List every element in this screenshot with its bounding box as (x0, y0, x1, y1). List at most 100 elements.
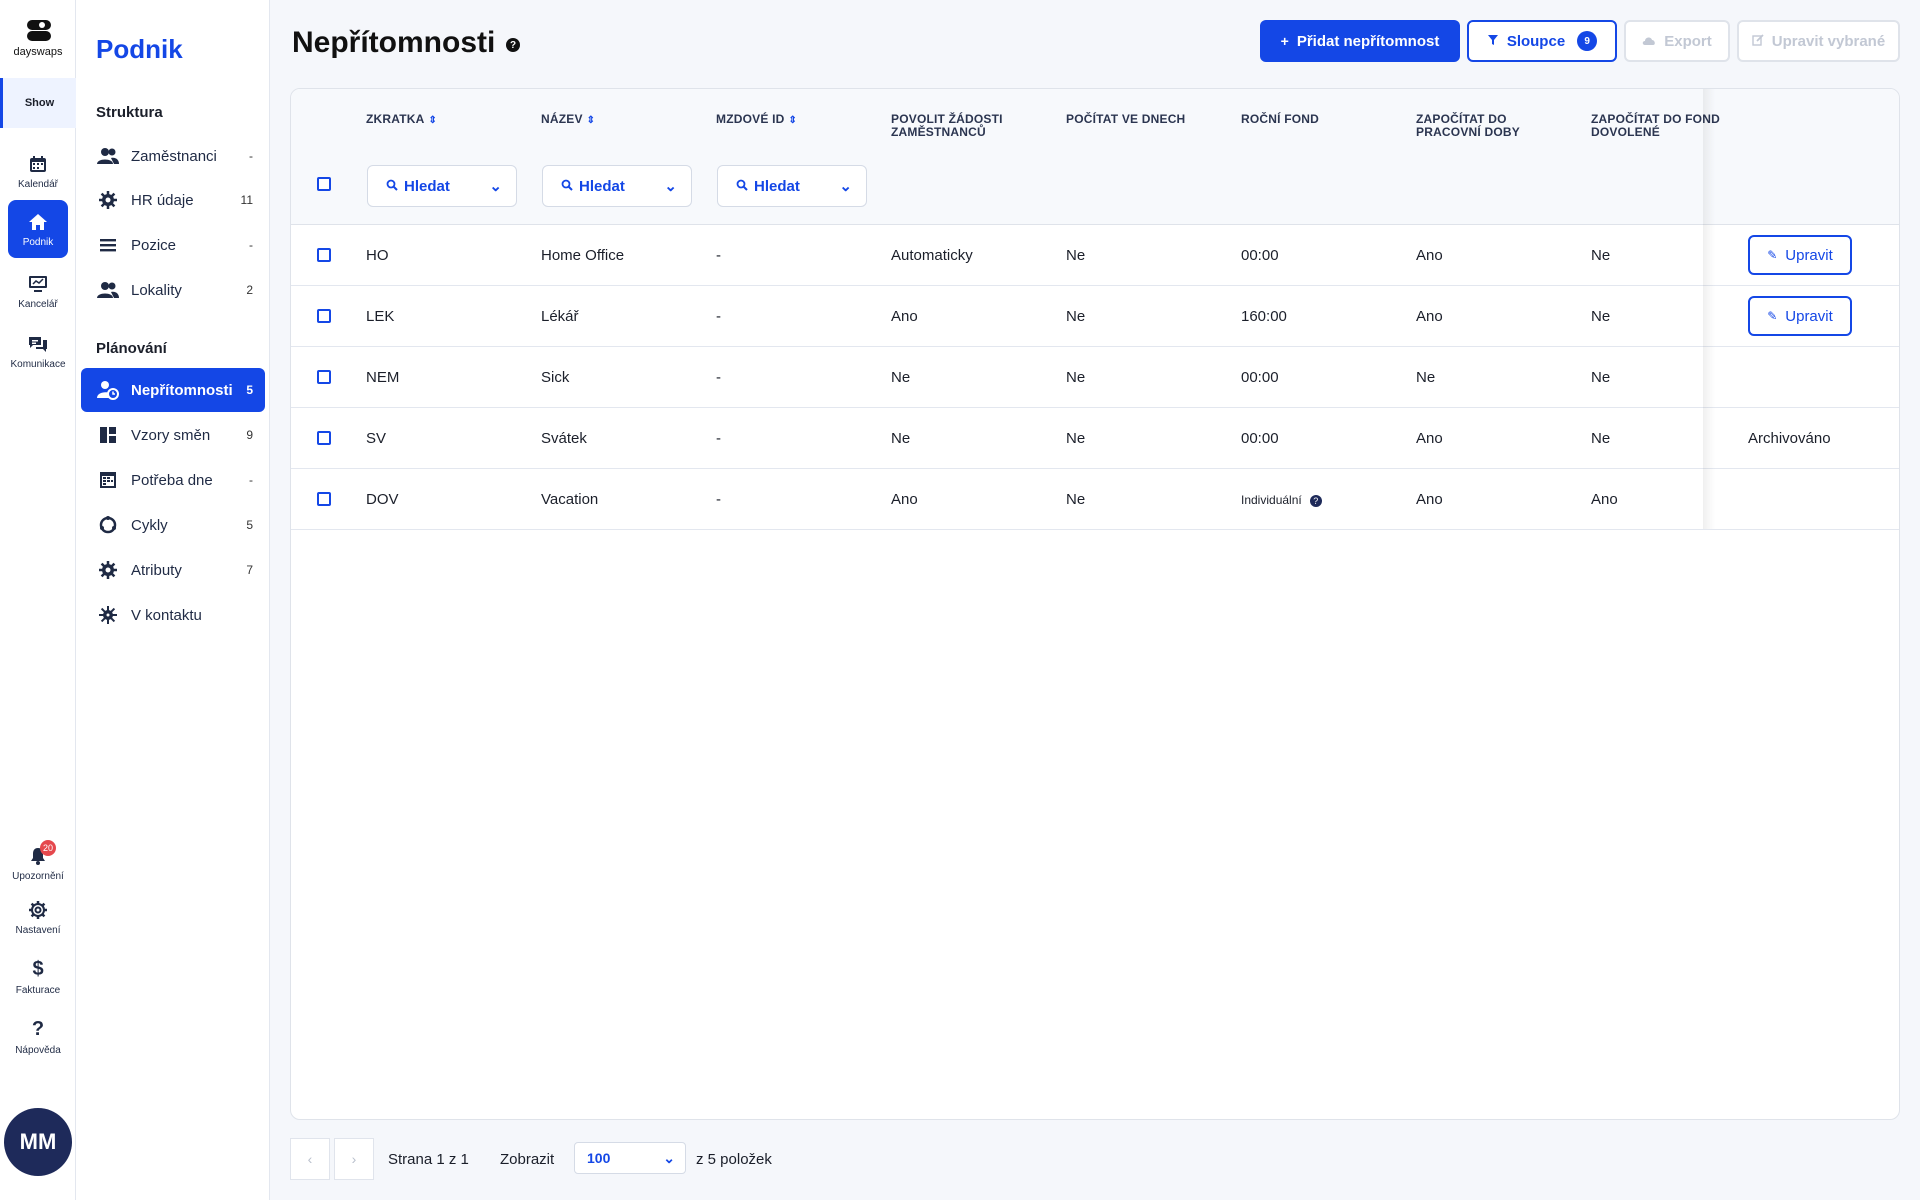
page-size-select[interactable]: 100 ⌄ (574, 1142, 686, 1174)
cell-vacation-fund: Ano (1591, 491, 1618, 508)
cell-allow-requests: Ano (891, 491, 918, 508)
chevron-down-icon: ⌄ (839, 178, 852, 195)
row-checkbox[interactable] (317, 248, 331, 262)
column-header-payroll-id[interactable]: MZDOVÉ ID ⇕ (716, 113, 797, 127)
rail-item-upozorneni[interactable]: 20 Upozornění (8, 834, 68, 892)
column-header-label: ZKRATKA (366, 112, 425, 126)
sidebar-item-nepritomnosti[interactable]: Nepřítomnosti 5 (81, 368, 265, 412)
chat-icon (27, 333, 49, 355)
export-button[interactable]: Export (1624, 20, 1730, 62)
add-absence-button[interactable]: + Přidat nepřítomnost (1260, 20, 1460, 62)
grid-icon (97, 424, 119, 446)
rail-item-podnik[interactable]: Podnik (8, 200, 68, 258)
cell-vacation-fund: Ne (1591, 247, 1611, 264)
sort-icon: ⇕ (586, 115, 596, 126)
sidebar-section-planovani: Plánování (96, 340, 167, 357)
rail-item-napoveda[interactable]: ? Nápověda (8, 1008, 68, 1066)
rail-label: Podnik (22, 236, 54, 248)
column-header-name[interactable]: NÁZEV ⇕ (541, 113, 595, 127)
cell-code: DOV (366, 491, 399, 508)
cell-annual-fund: 00:00 (1241, 369, 1279, 386)
page-size-value: 100 (587, 1150, 611, 1166)
cell-work-time: Ano (1416, 430, 1443, 447)
columns-button[interactable]: Sloupce 9 (1467, 20, 1617, 62)
rail-label: Nápověda (15, 1044, 61, 1056)
notification-badge: 20 (40, 840, 57, 856)
avatar[interactable]: MM (4, 1108, 72, 1176)
cell-payroll-id: - (716, 430, 721, 447)
rail-label: Upozornění (12, 870, 64, 882)
rail-item-kancelar[interactable]: Kancelář (8, 262, 68, 320)
column-header-count-days: POČÍTAT VE DNECH (1066, 112, 1186, 126)
sidebar-item-atributy[interactable]: Atributy 7 (81, 548, 265, 592)
cell-code: LEK (366, 308, 395, 325)
sidebar-item-hr-udaje[interactable]: HR údaje 11 (81, 178, 265, 222)
add-absence-label: Přidat nepřítomnost (1296, 32, 1440, 50)
edit-row-label: Upravit (1785, 246, 1833, 264)
virus-icon (97, 604, 119, 626)
cell-annual-fund: 00:00 (1241, 430, 1279, 447)
prev-page-button[interactable]: ‹ (290, 1138, 330, 1180)
row-checkbox[interactable] (317, 309, 331, 323)
edit-icon (1752, 33, 1764, 49)
rail-item-komunikace[interactable]: Komunikace (8, 322, 68, 380)
people-icon (97, 145, 119, 167)
cell-code: HO (366, 247, 389, 264)
sidebar-item-count: 7 (246, 563, 253, 577)
rail-label: Komunikace (10, 358, 66, 370)
column-header-annual-fund: ROČNÍ FOND (1241, 112, 1319, 126)
dollar-icon: $ (32, 958, 44, 980)
chevron-down-icon: ⌄ (663, 1149, 675, 1166)
filter-payroll-id[interactable]: Hledat ⌄ (717, 165, 867, 207)
sidebar-item-zamestnanci[interactable]: Zaměstnanci - (81, 134, 265, 178)
edit-row-button[interactable]: ✎ Upravit (1748, 296, 1852, 336)
sidebar-item-v-kontaktu[interactable]: V kontaktu (81, 593, 265, 637)
row-checkbox[interactable] (317, 431, 331, 445)
calendar-icon (27, 153, 49, 175)
sidebar-item-label: V kontaktu (131, 606, 202, 624)
edit-row-button[interactable]: ✎ Upravit (1748, 235, 1852, 275)
logo-text: dayswaps (13, 46, 63, 58)
sidebar-item-potreba-dne[interactable]: Potřeba dne - (81, 458, 265, 502)
rail-item-nastaveni[interactable]: Nastavení (8, 888, 68, 946)
logo[interactable]: dayswaps (0, 18, 76, 58)
sidebar-title: Podnik (96, 34, 183, 64)
plus-icon: + (1280, 33, 1289, 49)
cell-allow-requests: Ano (891, 308, 918, 325)
pagination: ‹ › Strana 1 z 1 Zobrazit 100 ⌄ z 5 polo… (290, 1138, 1190, 1180)
rail-item-kalendar[interactable]: Kalendář (8, 142, 68, 200)
cell-count-days: Ne (1066, 308, 1086, 325)
sidebar-item-count: - (249, 473, 253, 487)
help-icon[interactable]: ? (506, 38, 520, 52)
sidebar-item-vzory-smen[interactable]: Vzory směn 9 (81, 413, 265, 457)
row-checkbox[interactable] (317, 492, 331, 506)
column-header-line: PRACOVNÍ DOBY (1416, 125, 1520, 139)
column-header-code[interactable]: ZKRATKA ⇕ (366, 113, 437, 127)
sidebar-item-lokality[interactable]: Lokality 2 (81, 268, 265, 312)
cell-work-time: Ne (1416, 369, 1436, 386)
row-checkbox[interactable] (317, 370, 331, 384)
gear-badge-icon (97, 189, 119, 211)
list-icon (97, 234, 119, 256)
sort-icon: ⇕ (428, 115, 438, 126)
next-page-button[interactable]: › (334, 1138, 374, 1180)
absences-table: ZKRATKA ⇕ NÁZEV ⇕ MZDOVÉ ID ⇕ POVOLIT ŽÁDOS… (290, 88, 1900, 1120)
select-all-checkbox[interactable] (317, 177, 331, 191)
columns-count-badge: 9 (1577, 31, 1598, 51)
cell-payroll-id: - (716, 491, 721, 508)
table-row: LEK Lékář - Ano Ne 160:00 Ano Ne ✎ Upravi… (291, 286, 1899, 347)
filter-code[interactable]: Hledat ⌄ (367, 165, 517, 207)
cell-name: Vacation (541, 491, 599, 508)
calendar-grid-icon (97, 469, 119, 491)
filter-name[interactable]: Hledat ⌄ (542, 165, 692, 207)
help-icon[interactable]: ? (1309, 494, 1322, 507)
show-tab[interactable]: Show (0, 78, 76, 128)
sidebar-item-cykly[interactable]: Cykly 5 (81, 503, 265, 547)
page-size-label: Zobrazit (500, 1151, 555, 1168)
cell-vacation-fund: Ne (1591, 308, 1611, 325)
sidebar-item-pozice[interactable]: Pozice - (81, 223, 265, 267)
edit-selected-button[interactable]: Upravit vybrané (1737, 20, 1900, 62)
rail-item-fakturace[interactable]: $ Fakturace (8, 948, 68, 1006)
cycle-icon (97, 514, 119, 536)
table-row: SV Svátek - Ne Ne 00:00 Ano Ne Archivová… (291, 408, 1899, 469)
